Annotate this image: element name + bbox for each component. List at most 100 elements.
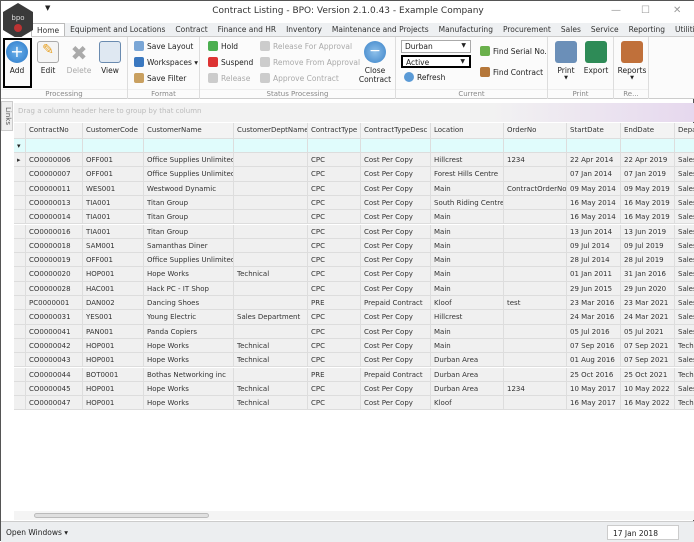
- grid-cell[interactable]: Office Supplies Unlimited: [144, 153, 234, 168]
- grid-cell[interactable]: Sales: [675, 238, 694, 254]
- grid-cell[interactable]: 05 Jul 2021: [621, 324, 675, 339]
- date-field[interactable]: 17 Jan 2018: [607, 525, 679, 540]
- grid-cell[interactable]: CO0000045: [26, 381, 83, 397]
- workspaces-dropdown[interactable]: Workspaces ▾: [134, 57, 198, 67]
- grid-cell[interactable]: [504, 367, 567, 382]
- grid-cell[interactable]: [504, 139, 567, 154]
- grid-cell[interactable]: CO0000042: [26, 338, 83, 354]
- edit-button[interactable]: ✎ Edit: [35, 41, 61, 75]
- grid-cell[interactable]: CO0000007: [26, 167, 83, 182]
- grid-cell[interactable]: Forest Hills Centre: [431, 167, 504, 182]
- grid-cell[interactable]: DAN002: [83, 296, 144, 311]
- grid-cell[interactable]: CPC: [308, 281, 361, 296]
- grid-cell[interactable]: TIA001: [83, 210, 144, 225]
- grid-cell[interactable]: Sales: [675, 281, 694, 296]
- grid-cell[interactable]: [234, 139, 308, 154]
- table-row[interactable]: CO0000014 TIA001 Titan Group CPC Cost Per Co…: [14, 210, 694, 225]
- release-button[interactable]: Release: [208, 73, 250, 83]
- table-row[interactable]: CO0000019 OFF001 Office Supplies Unlimited…: [14, 253, 694, 268]
- grid-cell[interactable]: [675, 139, 694, 154]
- suspend-button[interactable]: Suspend: [208, 57, 253, 67]
- grid-cell[interactable]: 05 Jul 2016: [567, 324, 621, 339]
- grid-cell[interactable]: Main: [431, 238, 504, 254]
- grid-cell[interactable]: CO0000016: [26, 224, 83, 239]
- grid-cell[interactable]: Main: [431, 281, 504, 296]
- grid-cell[interactable]: HOP001: [83, 338, 144, 354]
- grid-cell[interactable]: [234, 167, 308, 182]
- grid-cell[interactable]: [431, 139, 504, 154]
- row-indicator[interactable]: [14, 267, 26, 282]
- row-indicator[interactable]: [14, 396, 26, 411]
- grid-cell[interactable]: WES001: [83, 181, 144, 196]
- grid-cell[interactable]: 16 May 2019: [621, 195, 675, 211]
- grid-cell[interactable]: Cost Per Copy: [361, 224, 431, 239]
- grid-cell[interactable]: CPC: [308, 253, 361, 268]
- grid-cell[interactable]: CPC: [308, 167, 361, 182]
- grid-cell[interactable]: Main: [431, 224, 504, 239]
- grid-cell[interactable]: [567, 139, 621, 154]
- find-serial-button[interactable]: Find Serial No.: [480, 46, 547, 56]
- grid-cell[interactable]: Technical: [234, 396, 308, 411]
- grid-cell[interactable]: 24 Mar 2016: [567, 310, 621, 325]
- column-header[interactable]: ContractTypeDesc: [361, 123, 431, 139]
- grid-cell[interactable]: HAC001: [83, 281, 144, 296]
- grid-cell[interactable]: 22 Apr 2014: [567, 153, 621, 168]
- grid-cell[interactable]: [234, 153, 308, 168]
- grid-cell[interactable]: [504, 238, 567, 254]
- grid-cell[interactable]: Sales: [675, 167, 694, 182]
- grid-cell[interactable]: Cost Per Copy: [361, 338, 431, 354]
- grid-cell[interactable]: SAM001: [83, 238, 144, 254]
- grid-cell[interactable]: [234, 195, 308, 211]
- grid-cell[interactable]: [504, 224, 567, 239]
- grid-cell[interactable]: [308, 139, 361, 154]
- grid-cell[interactable]: 1234: [504, 153, 567, 168]
- grid-cell[interactable]: Dancing Shoes: [144, 296, 234, 311]
- grid-cell[interactable]: PRE: [308, 296, 361, 311]
- grid-cell[interactable]: Durban Area: [431, 381, 504, 397]
- table-row[interactable]: CO0000011 WES001 Westwood Dynamic CPC Cost P…: [14, 181, 694, 196]
- grid-cell[interactable]: Technical: [234, 353, 308, 368]
- grid-cell[interactable]: Office Supplies Unlimited: [144, 167, 234, 182]
- grid-cell[interactable]: CO0000006: [26, 153, 83, 168]
- group-by-panel[interactable]: Drag a column header here to group by th…: [14, 103, 694, 122]
- grid-cell[interactable]: [504, 338, 567, 354]
- grid-cell[interactable]: Panda Copiers: [144, 324, 234, 339]
- grid-cell[interactable]: [504, 310, 567, 325]
- grid-cell[interactable]: Titan Group: [144, 224, 234, 239]
- grid-cell[interactable]: Technical: [234, 338, 308, 354]
- column-header[interactable]: OrderNo: [504, 123, 567, 139]
- grid-cell[interactable]: Sales: [675, 267, 694, 282]
- grid-cell[interactable]: 29 Jun 2020: [621, 281, 675, 296]
- grid-cell[interactable]: Cost Per Copy: [361, 153, 431, 168]
- grid-cell[interactable]: [234, 367, 308, 382]
- grid-cell[interactable]: Main: [431, 210, 504, 225]
- grid-cell[interactable]: Titan Group: [144, 210, 234, 225]
- table-row[interactable]: CO0000042 HOP001 Hope Works Technical CPC Cos…: [14, 338, 694, 354]
- grid-cell[interactable]: 07 Jan 2014: [567, 167, 621, 182]
- grid-cell[interactable]: Durban Area: [431, 353, 504, 368]
- grid-cell[interactable]: TIA001: [83, 195, 144, 211]
- grid-cell[interactable]: CO0000041: [26, 324, 83, 339]
- grid-cell[interactable]: Tech: [675, 367, 694, 382]
- close-contract-button[interactable]: − Close Contract: [358, 41, 392, 84]
- row-indicator[interactable]: [14, 296, 26, 311]
- grid-cell[interactable]: [144, 139, 234, 154]
- tab-manufacturing[interactable]: Manufacturing: [434, 23, 498, 36]
- grid-cell[interactable]: Cost Per Copy: [361, 195, 431, 211]
- row-indicator[interactable]: [14, 195, 26, 211]
- grid-cell[interactable]: 29 Jun 2015: [567, 281, 621, 296]
- tab-maintenance-and-projects[interactable]: Maintenance and Projects: [327, 23, 434, 36]
- grid-cell[interactable]: 28 Jul 2019: [621, 253, 675, 268]
- grid-cell[interactable]: Office Supplies Unlimited: [144, 253, 234, 268]
- grid-cell[interactable]: [504, 396, 567, 411]
- grid-cell[interactable]: Hope Works: [144, 267, 234, 282]
- grid-cell[interactable]: Sales: [675, 153, 694, 168]
- grid-cell[interactable]: CO0000013: [26, 195, 83, 211]
- tab-contract[interactable]: Contract: [170, 23, 212, 36]
- grid-cell[interactable]: CPC: [308, 381, 361, 397]
- grid-cell[interactable]: CO0000031: [26, 310, 83, 325]
- grid-cell[interactable]: 16 May 2022: [621, 396, 675, 411]
- grid-cell[interactable]: [234, 281, 308, 296]
- grid-cell[interactable]: 16 May 2014: [567, 195, 621, 211]
- grid-cell[interactable]: OFF001: [83, 153, 144, 168]
